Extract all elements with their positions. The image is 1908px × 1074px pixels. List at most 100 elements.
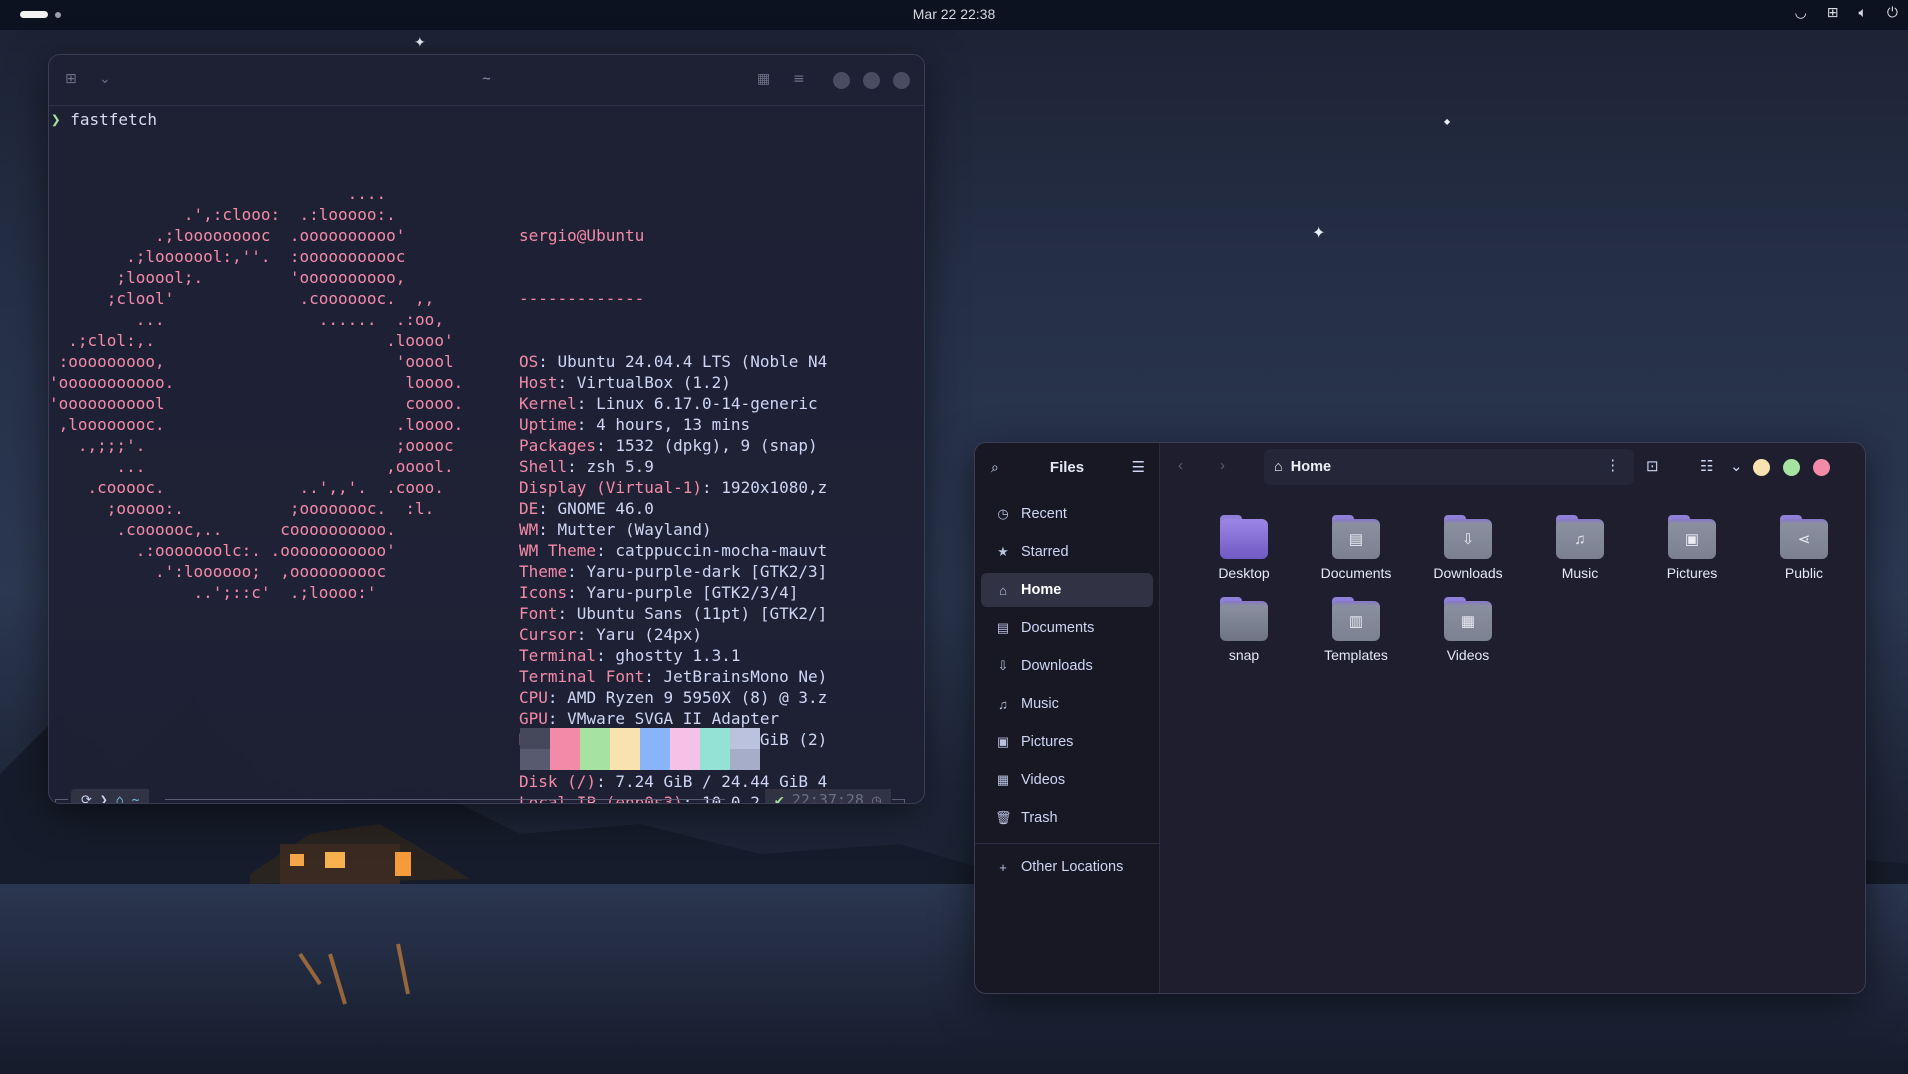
folder-icon: ⋖: [1780, 515, 1828, 559]
info-line: Font: Ubuntu Sans (11pt) [GTK2/]: [519, 604, 828, 623]
sidebar-item-starred[interactable]: ★ Starred: [981, 535, 1153, 569]
color-palette: [520, 728, 760, 770]
logo-line: .coooooc,.. coooooooooo.: [49, 520, 396, 539]
folder-icon: ▣: [1668, 515, 1716, 559]
folder-item[interactable]: ⇩ Downloads: [1412, 515, 1524, 581]
info-key: Host: [519, 373, 558, 392]
system-info: sergio@Ubuntu ------------- OS: Ubuntu 2…: [519, 183, 828, 803]
sidebar-item-videos[interactable]: ▦ Videos: [981, 763, 1153, 797]
folder-item[interactable]: ♫ Music: [1524, 515, 1636, 581]
folder-item[interactable]: ⋖ Public: [1748, 515, 1860, 581]
info-key: Terminal Font: [519, 667, 645, 686]
folder-item[interactable]: ▤ Documents: [1300, 515, 1412, 581]
info-key: WM: [519, 520, 539, 539]
sidebar-item-label: Other Locations: [1021, 859, 1124, 875]
info-value: GNOME 46.0: [557, 499, 654, 518]
terminal-output[interactable]: ❯ fastfetch .... .',:clooo: .:looooo:. .…: [49, 55, 924, 803]
palette-swatch: [520, 749, 550, 770]
search-folder-icon[interactable]: ⊡: [1646, 457, 1659, 475]
star-decoration: ◆: [1444, 117, 1451, 126]
info-value: 4 hours, 13 mins: [596, 415, 751, 434]
menu-icon[interactable]: ☰: [1132, 458, 1145, 476]
palette-swatch: [700, 749, 730, 770]
list-view-icon[interactable]: ☷: [1700, 457, 1713, 475]
network-icon[interactable]: ⊞: [1827, 5, 1839, 21]
folder-item[interactable]: Desktop: [1188, 515, 1300, 581]
info-key: Theme: [519, 562, 568, 581]
date-time[interactable]: Mar 22 22:38: [0, 6, 1908, 22]
folder-label: Public: [1784, 565, 1824, 581]
sidebar-item-recent[interactable]: ◷ Recent: [981, 497, 1153, 531]
location-bar[interactable]: ⌂ Home ⋮: [1264, 449, 1634, 485]
folder-item[interactable]: snap: [1188, 597, 1300, 663]
info-line: OS: Ubuntu 24.04.4 LTS (Noble N4: [519, 352, 828, 371]
maximize-button[interactable]: [1783, 459, 1800, 476]
logo-line: .',:clooo: .:looooo:.: [49, 205, 396, 224]
info-value: zsh 5.9: [586, 457, 654, 476]
logo-line: 'ooooooooooo. loooo.: [49, 373, 464, 392]
folder-label: Downloads: [1433, 565, 1503, 581]
info-key: Terminal: [519, 646, 597, 665]
sidebar-item-music[interactable]: ♫ Music: [981, 687, 1153, 721]
volume-icon[interactable]: 🔈︎: [1859, 5, 1867, 21]
info-key: Packages: [519, 436, 597, 455]
folder-icon: ♫: [1556, 515, 1604, 559]
star-decoration: ✦: [414, 35, 426, 51]
system-tray[interactable]: ◡ ⊞ 🔈︎ ⏻: [1795, 5, 1898, 21]
folder-label: Videos: [1446, 647, 1490, 663]
info-value: catppuccin-mocha-mauvt: [615, 541, 828, 560]
logo-line: ... ...... .:oo,: [49, 310, 444, 329]
palette-swatch: [580, 749, 610, 770]
info-value: JetBrainsMono Ne): [663, 667, 828, 686]
view-options-chevron-icon[interactable]: ⌄: [1730, 457, 1743, 475]
info-value: VMware SVGA II Adapter: [567, 709, 780, 728]
back-button[interactable]: ‹: [1178, 457, 1183, 474]
logo-line: ;ooooo:. ;oooooooc. :l.: [49, 499, 435, 518]
info-key: WM Theme: [519, 541, 597, 560]
info-key: Icons: [519, 583, 568, 602]
palette-swatch: [550, 749, 580, 770]
plus-icon: +: [999, 859, 1007, 875]
info-key: OS: [519, 352, 539, 371]
palette-swatch: [640, 728, 670, 749]
folder-label: Templates: [1324, 647, 1388, 663]
folder-item[interactable]: ▦ Videos: [1412, 597, 1524, 663]
sidebar-item-label: Starred: [1021, 544, 1069, 560]
clock-icon: ◷: [997, 506, 1009, 521]
location-label: Home: [1290, 459, 1332, 475]
info-value: Ubuntu Sans (11pt) [GTK2/]: [576, 604, 828, 623]
palette-swatch: [610, 728, 640, 749]
folder-item[interactable]: ▥ Templates: [1300, 597, 1412, 663]
info-value: Yaru-purple-dark [GTK2/3]: [586, 562, 828, 581]
close-button[interactable]: [1813, 459, 1830, 476]
files-toolbar: ‹ › ⌂ Home ⋮ ⊡ ☷ ⌄: [1160, 443, 1865, 493]
sidebar-item-other-locations[interactable]: + Other Locations: [981, 850, 1153, 884]
info-line: Shell: zsh 5.9: [519, 457, 654, 476]
palette-swatch: [730, 728, 760, 749]
ubuntu-icon: ⟳: [81, 792, 92, 804]
sidebar-item-trash[interactable]: 🗑︎ Trash: [981, 801, 1153, 835]
forward-button[interactable]: ›: [1220, 457, 1225, 474]
logo-line: .':loooooo; ,oooooooooc: [49, 562, 387, 581]
app-indicator-icon[interactable]: ◡: [1795, 5, 1807, 21]
info-line: Packages: 1532 (dpkg), 9 (snap): [519, 436, 818, 455]
sidebar-item-label: Downloads: [1021, 658, 1093, 674]
sidebar-item-pictures[interactable]: ▣ Pictures: [981, 725, 1153, 759]
folder-item[interactable]: ▣ Pictures: [1636, 515, 1748, 581]
location-menu-icon[interactable]: ⋮: [1606, 458, 1621, 474]
home-icon: ⌂: [115, 792, 124, 804]
info-key: Display (Virtual-1): [519, 478, 703, 497]
sidebar-item-documents[interactable]: ▤ Documents: [981, 611, 1153, 645]
sidebar-item-downloads[interactable]: ⇩ Downloads: [981, 649, 1153, 683]
power-icon[interactable]: ⏻: [1887, 5, 1898, 21]
info-line: DE: GNOME 46.0: [519, 499, 654, 518]
logo-line: ... ,ooool.: [49, 457, 454, 476]
minimize-button[interactable]: [1753, 459, 1770, 476]
files-window[interactable]: ⌕ Files ☰ ◷ Recent ★ Starred ⌂ Home ▤ Documents…: [974, 442, 1866, 994]
terminal-window[interactable]: ⊞ ⌄ ~ ▦ ≡ ❯ fastfetch .... .',:clooo: .:…: [48, 54, 925, 804]
prompt-time: 22:37:28: [791, 790, 864, 804]
star-icon: ★: [997, 544, 1009, 559]
sidebar-item-label: Documents: [1021, 620, 1095, 636]
sidebar-item-home[interactable]: ⌂ Home: [981, 573, 1153, 607]
logo-line: .:ooooooolc:. .ooooooooooo': [49, 541, 396, 560]
